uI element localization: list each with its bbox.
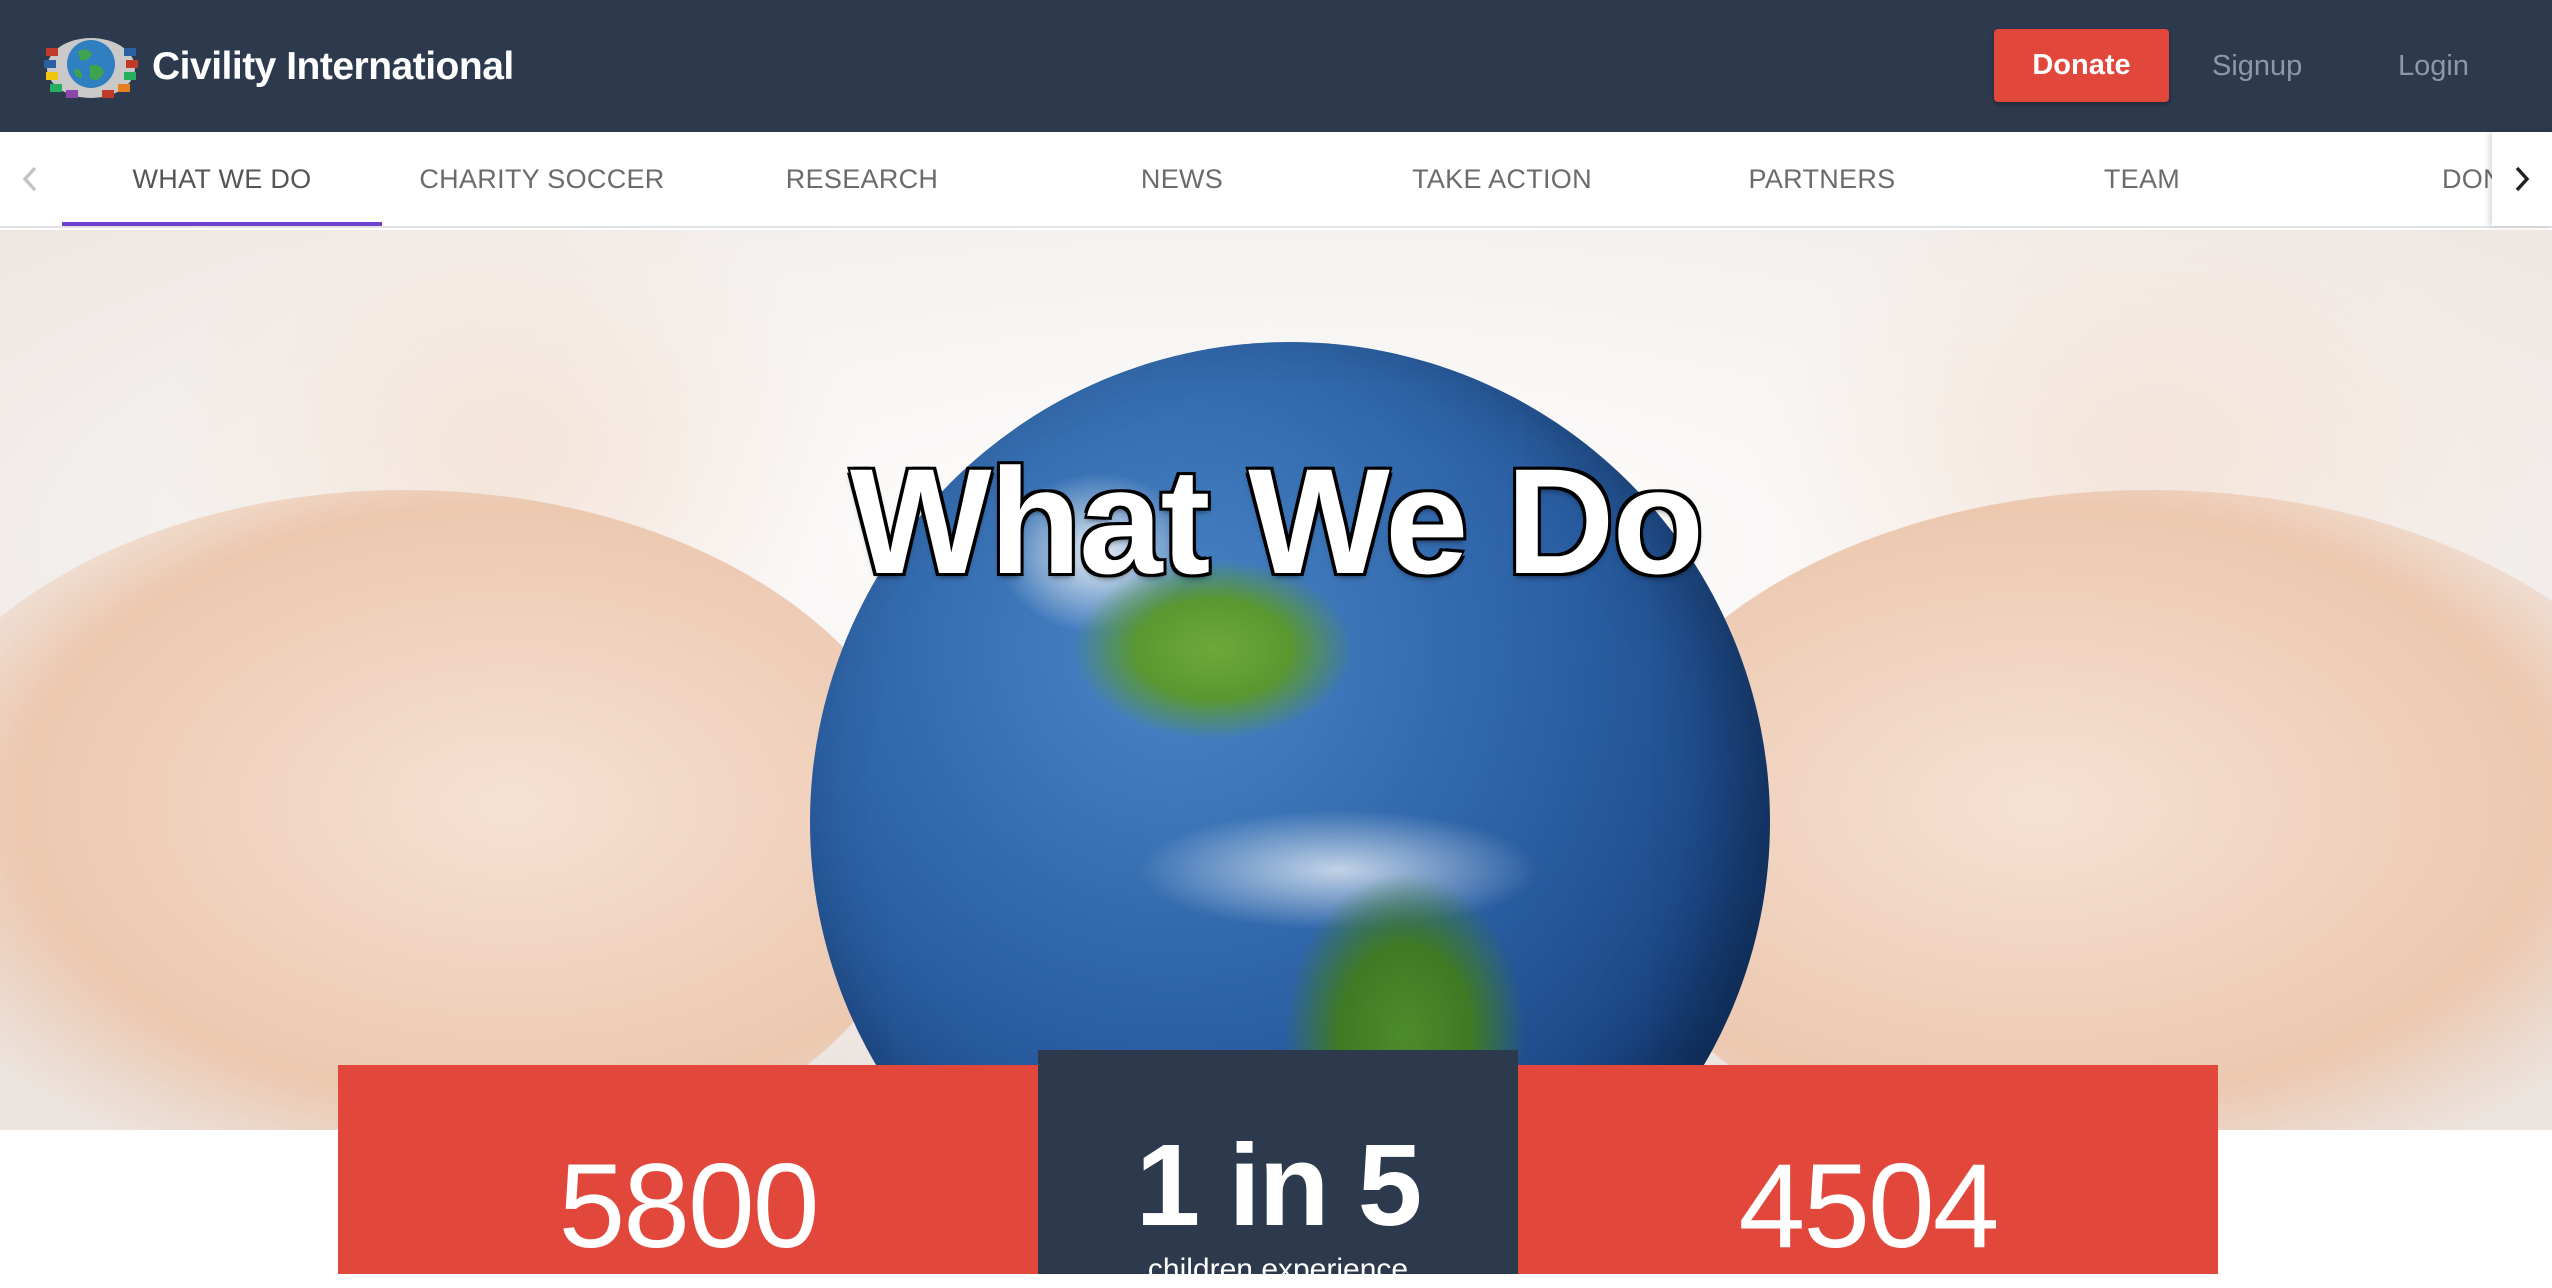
globe-flags-logo-icon[interactable]: [40, 30, 142, 102]
tab-partners[interactable]: PARTNERS: [1662, 132, 1982, 226]
stat-card: 5800: [338, 1065, 1038, 1274]
stat-value: 4504: [1738, 1139, 2000, 1273]
stat-value: 1 in 5: [1135, 1120, 1423, 1250]
hero-banner: [0, 230, 2552, 1130]
active-tab-indicator: [62, 222, 382, 226]
top-navbar: Civility International Donate Signup Log…: [0, 0, 2552, 132]
login-link[interactable]: Login: [2398, 46, 2469, 86]
tab-news[interactable]: NEWS: [1022, 132, 1342, 226]
tab-take-action[interactable]: TAKE ACTION: [1342, 132, 1662, 226]
tab-charity-soccer[interactable]: CHARITY SOCCER: [382, 132, 702, 226]
chevron-right-icon: [2515, 166, 2530, 192]
tab-research[interactable]: RESEARCH: [702, 132, 1022, 226]
stat-card: 4504: [1518, 1065, 2218, 1274]
donate-button[interactable]: Donate: [1994, 29, 2169, 102]
hero-title: What We Do: [849, 437, 1704, 605]
tab-donations[interactable]: DONATIO: [2302, 132, 2492, 226]
stat-value: 5800: [558, 1139, 820, 1273]
stat-caption: children experience: [1147, 1253, 1409, 1286]
tab-what-we-do[interactable]: WHAT WE DO: [62, 132, 382, 226]
stat-card: 1 in 5 children experience: [1038, 1050, 1518, 1286]
signup-link[interactable]: Signup: [2212, 46, 2302, 86]
tabs-scroll-left-button[interactable]: [0, 132, 60, 226]
section-tab-bar: WHAT WE DO CHARITY SOCCER RESEARCH NEWS …: [0, 132, 2552, 228]
chevron-left-icon: [22, 166, 37, 192]
tab-list: WHAT WE DO CHARITY SOCCER RESEARCH NEWS …: [62, 132, 2493, 226]
tabs-scroll-right-button[interactable]: [2492, 132, 2552, 226]
tab-team[interactable]: TEAM: [1982, 132, 2302, 226]
brand-name[interactable]: Civility International: [152, 44, 514, 90]
